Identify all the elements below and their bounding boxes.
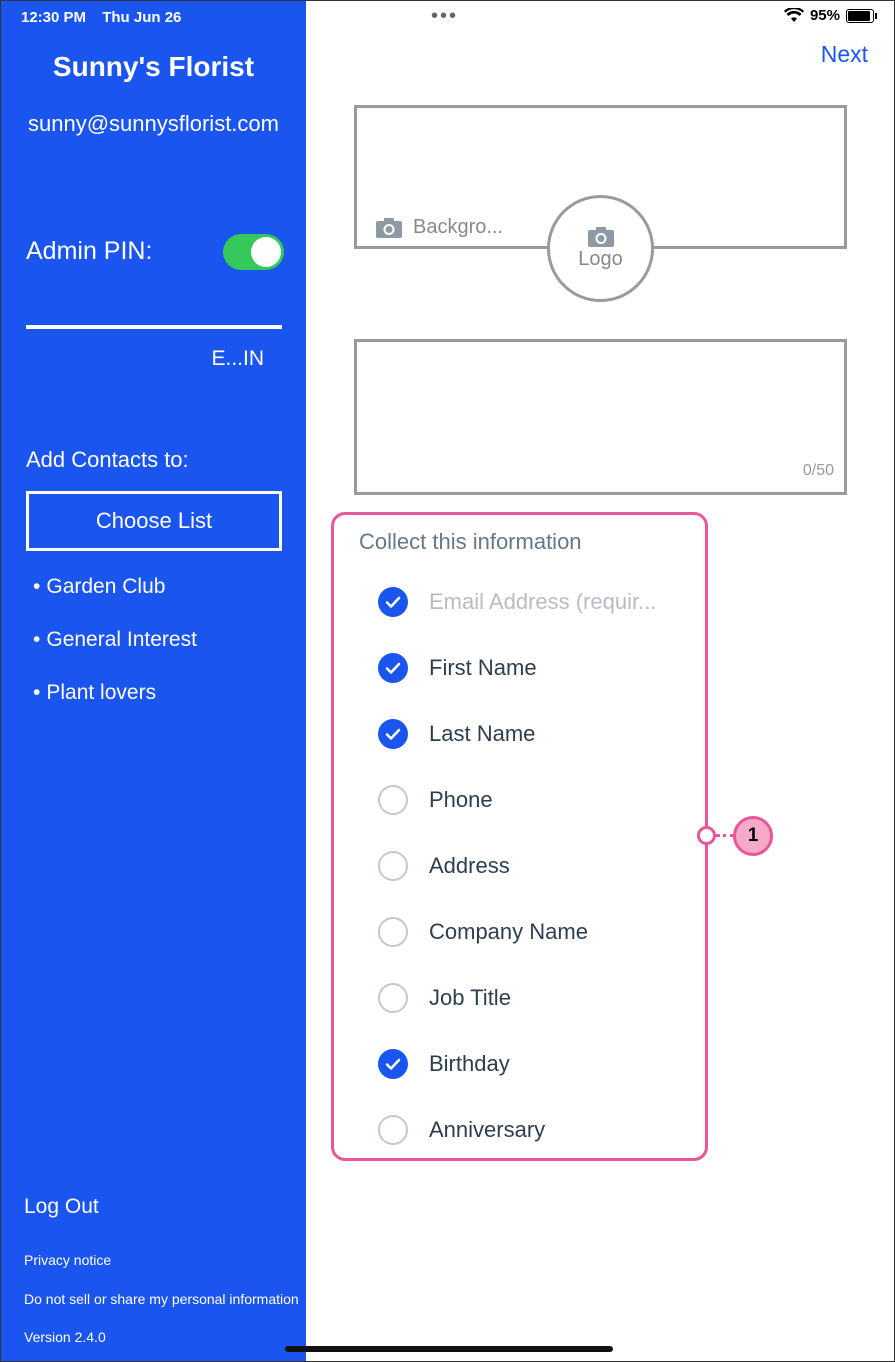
field-label: Company Name: [429, 919, 588, 944]
field-label: Email Address (requir...: [429, 589, 657, 614]
field-last-name[interactable]: Last Name: [378, 717, 535, 751]
pin-input-underline[interactable]: [26, 325, 282, 329]
sidebar: 12:30 PM Thu Jun 26 Sunny's Florist sunn…: [1, 1, 306, 1361]
status-indicators: 95%: [783, 7, 877, 24]
background-label: Backgro...: [413, 216, 504, 238]
checkbox-unchecked-icon[interactable]: [378, 917, 408, 947]
battery-icon: [846, 8, 877, 23]
field-address[interactable]: Address: [378, 849, 510, 883]
checkbox-checked-icon[interactable]: [378, 719, 408, 749]
checkbox-unchecked-icon[interactable]: [378, 1115, 408, 1145]
battery-percent: 95%: [809, 7, 840, 24]
status-time-date: 12:30 PM Thu Jun 26: [21, 9, 181, 26]
field-label: Last Name: [429, 721, 536, 746]
field-first-name[interactable]: First Name: [378, 651, 537, 685]
background-label-row: Backgro...: [375, 216, 503, 239]
add-contacts-label: Add Contacts to:: [26, 447, 189, 472]
camera-icon: [587, 227, 614, 247]
checkbox-unchecked-icon[interactable]: [378, 851, 408, 881]
collect-title: Collect this information: [359, 529, 582, 554]
character-count: 0/50: [802, 462, 834, 479]
list-name: General Interest: [46, 628, 197, 651]
logo-upload-button[interactable]: Logo: [547, 195, 654, 302]
status-time: 12:30 PM: [21, 9, 87, 26]
field-label: Job Title: [429, 985, 511, 1010]
field-company-name[interactable]: Company Name: [378, 915, 588, 949]
callout-badge: 1: [733, 816, 773, 856]
field-label: Birthday: [429, 1051, 510, 1076]
bullet: •: [33, 681, 41, 704]
field-label: Phone: [429, 787, 493, 812]
callout-connector: [716, 834, 734, 837]
checkbox-unchecked-icon[interactable]: [378, 785, 408, 815]
version-label: Version 2.4.0: [24, 1329, 106, 1345]
checkbox-unchecked-icon[interactable]: [378, 983, 408, 1013]
callout-anchor-dot: [697, 826, 716, 845]
privacy-notice-link[interactable]: Privacy notice: [24, 1252, 111, 1268]
multitask-dots-icon[interactable]: •••: [431, 5, 458, 28]
list-name: Garden Club: [46, 575, 166, 598]
account-email: sunny@sunnysflorist.com: [28, 111, 279, 136]
bullet: •: [33, 575, 41, 598]
field-email-address: Email Address (requir...: [378, 585, 656, 619]
field-job-title[interactable]: Job Title: [378, 981, 511, 1015]
choose-list-button[interactable]: Choose List: [26, 491, 282, 551]
list-item: • Garden Club: [33, 575, 165, 599]
logout-button[interactable]: Log Out: [24, 1195, 99, 1219]
field-label: Address: [429, 853, 510, 878]
list-name: Plant lovers: [46, 681, 157, 704]
app-frame: 12:30 PM Thu Jun 26 Sunny's Florist sunn…: [0, 0, 895, 1362]
admin-pin-label: Admin PIN:: [26, 237, 153, 265]
camera-icon: [376, 217, 402, 238]
checkbox-checked-icon[interactable]: [378, 1049, 408, 1079]
field-phone[interactable]: Phone: [378, 783, 493, 817]
checkbox-checked-icon[interactable]: [378, 653, 408, 683]
edit-pin-button[interactable]: E...IN: [211, 347, 264, 371]
business-name: Sunny's Florist: [52, 51, 255, 82]
next-button[interactable]: Next: [821, 41, 868, 68]
field-label: Anniversary: [429, 1117, 546, 1142]
home-indicator[interactable]: [285, 1346, 613, 1352]
bullet: •: [33, 628, 41, 651]
field-birthday[interactable]: Birthday: [378, 1047, 510, 1081]
checkbox-checked-icon: [378, 587, 408, 617]
collect-information-panel: Collect this information Email Address (…: [331, 512, 708, 1161]
list-item: • General Interest: [33, 628, 197, 652]
list-item: • Plant lovers: [33, 681, 156, 705]
wifi-icon: [783, 8, 804, 22]
admin-pin-toggle[interactable]: [223, 234, 284, 270]
status-date: Thu Jun 26: [102, 9, 182, 26]
do-not-sell-link[interactable]: Do not sell or share my personal informa…: [24, 1291, 299, 1307]
toggle-knob: [251, 237, 281, 267]
logo-label: Logo: [578, 248, 623, 270]
description-textarea[interactable]: 0/50: [354, 339, 847, 495]
field-anniversary[interactable]: Anniversary: [378, 1113, 545, 1147]
field-label: First Name: [429, 655, 537, 680]
